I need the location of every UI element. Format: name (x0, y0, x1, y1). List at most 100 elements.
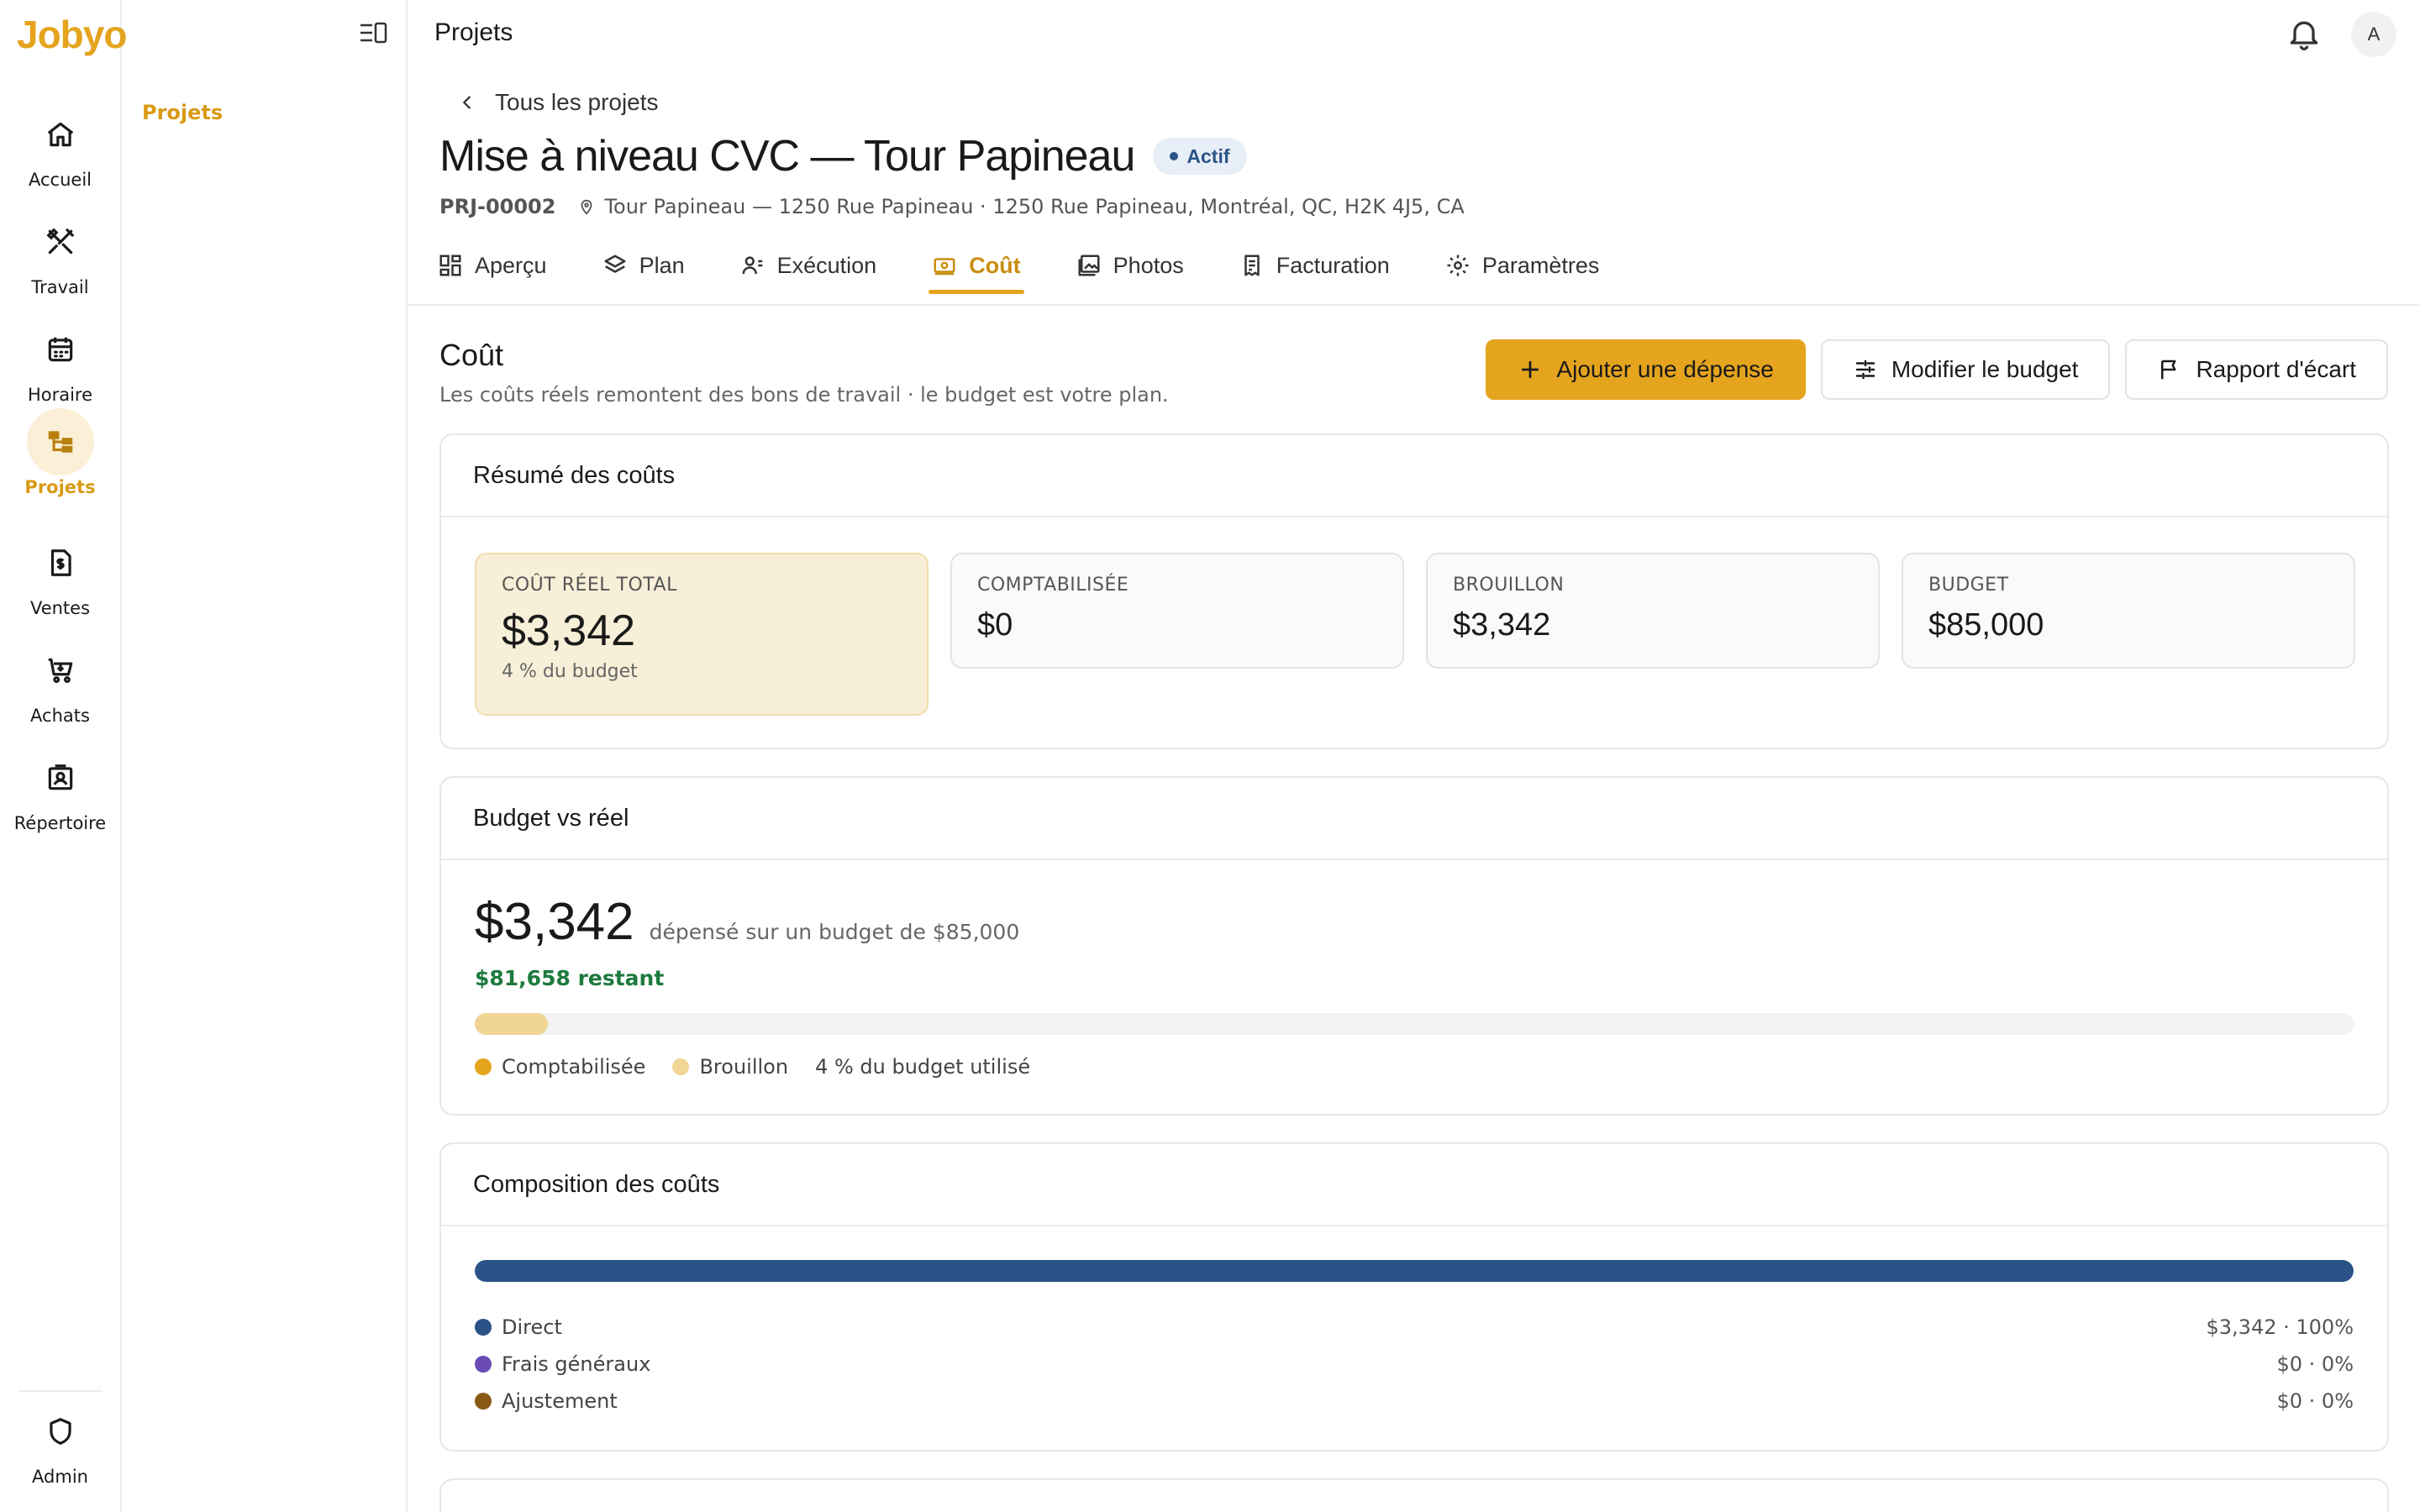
shield-icon (49, 1418, 71, 1445)
cost-header: Coût Les coûts réels remontent des bons … (439, 338, 1169, 407)
kpi-row: COÛT RÉEL TOTAL $3,342 4 % du budget COM… (475, 553, 2355, 716)
back-link[interactable]: Tous les projets (458, 89, 659, 116)
tab-apercu[interactable]: Aperçu (434, 240, 576, 291)
cost-title: Coût (439, 338, 504, 372)
top-bar: Projets A (408, 0, 2420, 67)
variance-report-label: Rapport d'écart (2196, 356, 2356, 382)
cost-composition-card: Composition des coûts Direct $3,342 · 10… (439, 1142, 2389, 1452)
tab-label: Aperçu (475, 252, 547, 278)
tab-execution[interactable]: Exécution (737, 240, 906, 291)
sliders-icon (1855, 360, 1876, 380)
avatar[interactable]: A (2351, 12, 2396, 57)
budget-legend: Comptabilisée Brouillon 4 % du budget ut… (475, 1055, 1030, 1079)
project-address-text: Tour Papineau — 1250 Rue Papineau · 1250… (604, 195, 1465, 218)
legend-draft: Brouillon (672, 1055, 788, 1079)
tab-label: Facturation (1276, 252, 1390, 278)
rail-label: Achats (30, 706, 90, 726)
bell-icon[interactable] (2286, 15, 2323, 52)
kpi-label: BUDGET (1928, 575, 2009, 596)
sidebar-toggle-icon[interactable] (359, 20, 387, 45)
tab-facturation[interactable]: Facturation (1236, 240, 1418, 291)
kpi-label: BROUILLON (1453, 575, 1565, 596)
rail-label: Horaire (27, 385, 93, 405)
cost-subtitle: Les coûts réels remontent des bons de tr… (439, 383, 1169, 407)
legend-label: Brouillon (699, 1055, 789, 1079)
rail-item-repertoire[interactable]: Répertoire (0, 744, 120, 833)
main-rail: Jobyo Accueil Travail Horaire Projets Ve… (0, 0, 127, 1512)
legend-used: 4 % du budget utilisé (815, 1055, 1031, 1079)
tab-plan[interactable]: Plan (599, 240, 713, 291)
kpi-label: COMPTABILISÉE (977, 575, 1129, 596)
main-content: Tous les projets Mise à niveau CVC — Tou… (408, 67, 2420, 1512)
tab-parametres[interactable]: Paramètres (1442, 240, 1628, 291)
rail-item-accueil[interactable]: Accueil (0, 101, 120, 190)
projects-icon (48, 431, 72, 453)
add-expense-label: Ajouter une dépense (1556, 356, 1774, 382)
kpi-draft: BROUILLON $3,342 (1426, 553, 1880, 669)
edit-budget-button[interactable]: Modifier le budget (1820, 339, 2111, 400)
project-code: PRJ-00002 (439, 195, 556, 218)
app-logo[interactable]: Jobyo (17, 12, 127, 57)
contacts-icon (48, 764, 72, 790)
edit-budget-label: Modifier le budget (1891, 356, 2079, 382)
spent-text: dépensé sur un budget de $85,000 (649, 920, 1020, 944)
composition-row: Frais généraux $0 · 0% (475, 1346, 2354, 1383)
kpi-value: $3,342 (1453, 607, 1551, 643)
money-icon (934, 258, 955, 276)
rail-label: Ventes (29, 598, 91, 618)
rail-item-projets[interactable]: Projets (0, 408, 120, 497)
spent-summary: $3,342 dépensé sur un budget de $85,000 (475, 892, 1019, 952)
cart-icon (48, 658, 72, 684)
tab-label: Exécution (776, 252, 877, 278)
kpi-value: $85,000 (1928, 607, 2044, 643)
rail-item-ventes[interactable]: Ventes (0, 529, 120, 618)
project-title: Mise à niveau CVC — Tour Papineau (439, 132, 1135, 181)
rail-label: Travail (31, 277, 89, 297)
swatch-direct (475, 1319, 492, 1336)
kpi-value: $3,342 (502, 606, 636, 655)
project-tabs: Aperçu Plan Exécution Coût Photos Factur… (434, 240, 1651, 294)
rail-item-admin[interactable]: Admin (0, 1398, 120, 1487)
variance-report-button[interactable]: Rapport d'écart (2125, 339, 2388, 400)
rail-item-travail[interactable]: Travail (0, 208, 120, 297)
flag-icon (2161, 360, 2176, 380)
tab-label: Paramètres (1481, 252, 1600, 278)
sub-sidebar-item-projets[interactable]: Projets (142, 101, 223, 124)
row-value: $0 · 0% (2276, 1389, 2354, 1413)
row-value: $0 · 0% (2276, 1352, 2354, 1376)
kpi-budget: BUDGET $85,000 (1902, 553, 2355, 669)
row-label: Direct (502, 1315, 562, 1339)
budget-progress-bar (475, 1013, 2354, 1035)
swatch-overhead (475, 1356, 492, 1373)
tab-cout[interactable]: Coût (929, 240, 1049, 294)
kpi-value: $0 (977, 607, 1013, 643)
kpi-total-actual: COÛT RÉEL TOTAL $3,342 4 % du budget (475, 553, 929, 716)
rail-label: Projets (24, 477, 96, 497)
add-expense-button[interactable]: Ajouter une dépense (1486, 339, 1806, 400)
rail-item-achats[interactable]: Achats (0, 637, 120, 726)
rail-label: Admin (32, 1467, 88, 1487)
budget-progress-fill (475, 1013, 549, 1035)
rail-label: Accueil (29, 170, 92, 190)
next-card (439, 1478, 2389, 1512)
cost-actions: Ajouter une dépense Modifier le budget R… (1486, 339, 2388, 400)
home-icon (47, 122, 73, 147)
spent-amount: $3,342 (475, 893, 634, 951)
location-pin-icon (581, 199, 592, 215)
row-label: Frais généraux (502, 1352, 651, 1376)
tab-photos[interactable]: Photos (1073, 240, 1213, 291)
rail-label: Répertoire (13, 813, 107, 833)
status-label: Actif (1186, 144, 1230, 167)
kpi-posted: COMPTABILISÉE $0 (950, 553, 1404, 669)
row-label: Ajustement (502, 1389, 618, 1413)
remaining-amount: $81,658 restant (475, 966, 665, 990)
composition-row: Direct $3,342 · 100% (475, 1309, 2354, 1346)
tab-label: Coût (969, 252, 1021, 278)
tools-icon (46, 228, 74, 255)
composition-bar (475, 1260, 2354, 1282)
kpi-label: COÛT RÉEL TOTAL (502, 575, 677, 596)
composition-row: Ajustement $0 · 0% (475, 1383, 2354, 1420)
status-badge: Actif (1153, 138, 1247, 175)
rail-item-horaire[interactable]: Horaire (0, 316, 120, 405)
row-value: $3,342 · 100% (2206, 1315, 2354, 1339)
